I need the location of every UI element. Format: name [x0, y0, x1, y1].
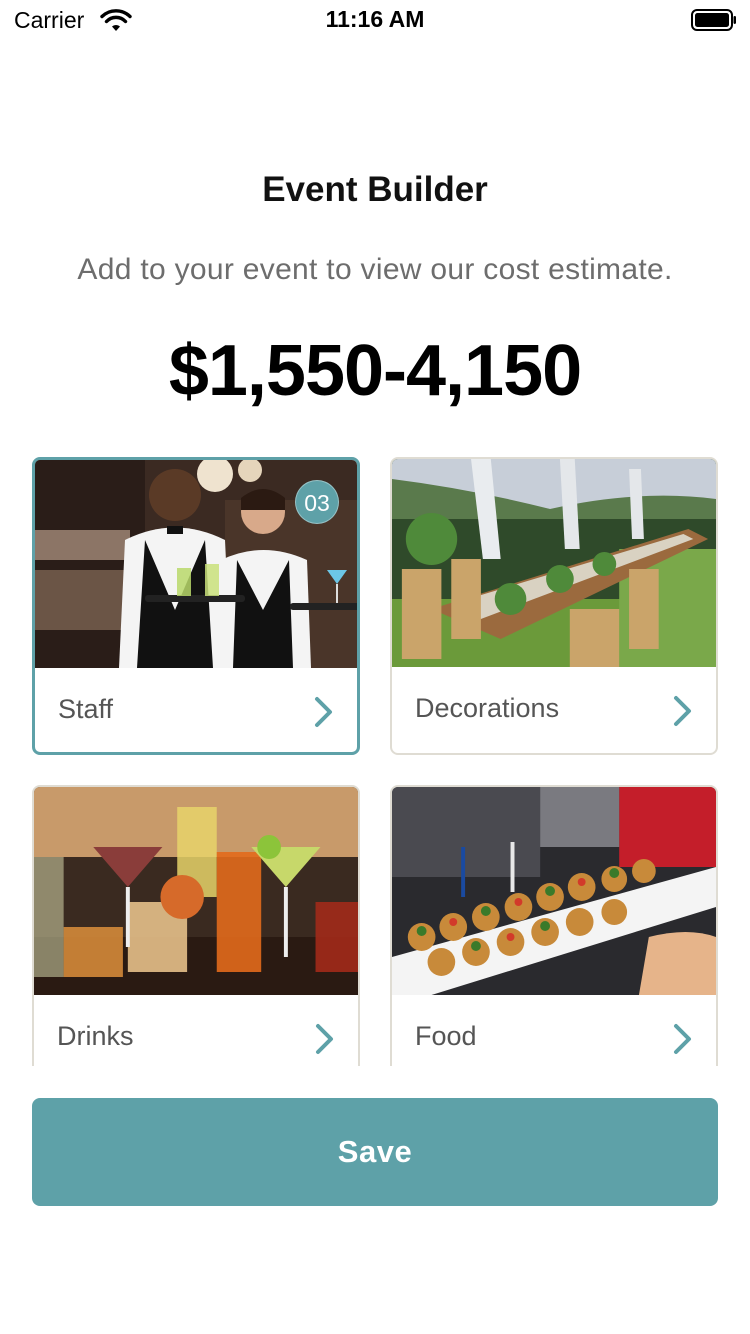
category-label: Staff [58, 694, 114, 724]
chevron-right-icon [316, 1024, 333, 1054]
decorations-photo [392, 459, 716, 667]
page-subtitle: Add to your event to view our cost estim… [77, 253, 673, 286]
selection-count-badge: 03 [295, 480, 339, 524]
status-bar: Carrier 11:16 AM [0, 0, 750, 40]
chevron-right-icon [674, 696, 691, 726]
category-card-drinks[interactable]: Drinks [32, 785, 360, 1066]
category-label: Food [415, 1021, 477, 1051]
chevron-right-icon [315, 697, 332, 727]
chevron-right-icon [674, 1024, 691, 1054]
battery-icon [691, 9, 736, 31]
category-label: Drinks [57, 1021, 134, 1051]
page-title: Event Builder [262, 170, 488, 209]
drinks-photo [34, 787, 358, 995]
save-button[interactable]: Save [32, 1098, 718, 1206]
category-card-decorations[interactable]: Decorations [390, 457, 718, 755]
category-label: Decorations [415, 693, 560, 723]
category-card-staff[interactable]: 03 Staff [32, 457, 360, 755]
status-time: 11:16 AM [325, 6, 425, 32]
category-card-food[interactable]: Food [390, 785, 718, 1066]
food-photo [392, 787, 716, 995]
category-grid[interactable]: 03 Staff Decorations Drinks Food [0, 450, 750, 1066]
cost-estimate: $1,550-4,150 [168, 331, 582, 411]
